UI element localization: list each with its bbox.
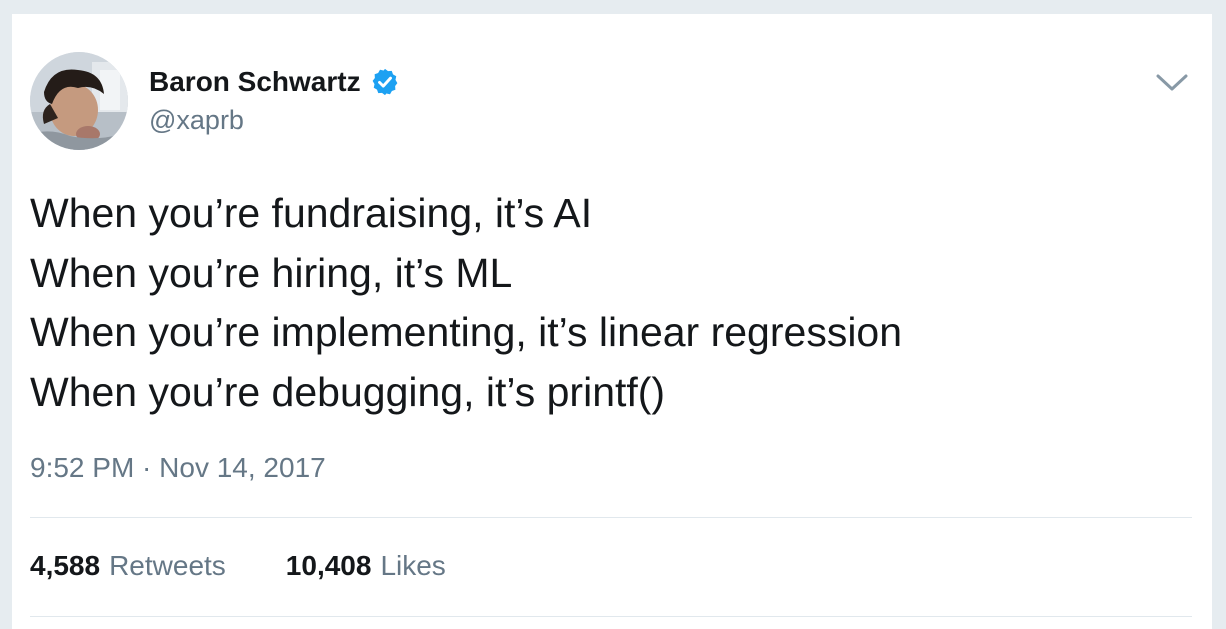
likes-label: Likes	[380, 550, 446, 581]
tweet-timestamp[interactable]: 9:52 PM · Nov 14, 2017	[30, 452, 326, 484]
tweet-line: When you’re fundraising, it’s AI	[30, 190, 593, 236]
chevron-down-icon[interactable]	[1154, 70, 1190, 96]
avatar[interactable]	[30, 52, 128, 150]
tweet-line: When you’re implementing, it’s linear re…	[30, 309, 903, 355]
tweet-line: When you’re debugging, it’s printf()	[30, 368, 666, 415]
verified-badge-icon	[370, 67, 400, 97]
tweet-card: Baron Schwartz @xaprb When you’re fundra…	[12, 14, 1212, 629]
tweet-text: When you’re fundraising, it’s AI When yo…	[30, 184, 1190, 422]
likes-stat[interactable]: 10,408 Likes	[286, 550, 446, 582]
tweet-stats: 4,588 Retweets 10,408 Likes	[30, 550, 446, 582]
author-name-row[interactable]: Baron Schwartz	[149, 66, 400, 98]
retweets-stat[interactable]: 4,588 Retweets	[30, 550, 226, 582]
author-display-name[interactable]: Baron Schwartz	[149, 66, 361, 98]
retweets-label: Retweets	[109, 550, 226, 581]
likes-count: 10,408	[285, 550, 372, 581]
divider	[30, 616, 1192, 617]
author-handle[interactable]: @xaprb	[149, 105, 244, 136]
divider	[30, 517, 1192, 518]
tweet-line: When you’re hiring, it’s ML	[30, 249, 513, 296]
retweets-count: 4,588	[30, 550, 101, 581]
user-avatar-icon	[30, 52, 128, 150]
